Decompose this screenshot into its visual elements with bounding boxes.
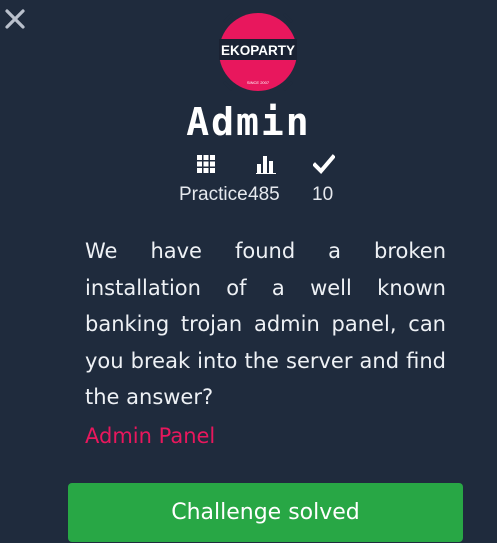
admin-panel-link[interactable]: Admin Panel — [85, 424, 215, 448]
close-icon[interactable] — [4, 8, 26, 30]
challenge-solved-button[interactable]: Challenge solved — [68, 483, 463, 542]
challenge-stats: Practice 485 10 — [0, 150, 497, 210]
grid-icon — [196, 154, 216, 178]
logo-subtext: SINCE 2007 — [247, 80, 270, 85]
bar-chart-icon — [256, 154, 276, 178]
ekoparty-logo: EKOPARTY SINCE 2007 — [216, 10, 300, 94]
category-label: Practice — [179, 184, 248, 205]
points-value: 485 — [248, 184, 280, 205]
logo-text: EKOPARTY — [221, 43, 295, 58]
challenge-title: Admin — [186, 100, 311, 144]
solves-count: 10 — [312, 184, 334, 205]
check-icon — [312, 154, 336, 178]
challenge-description: We have found a broken installation of a… — [85, 239, 446, 409]
